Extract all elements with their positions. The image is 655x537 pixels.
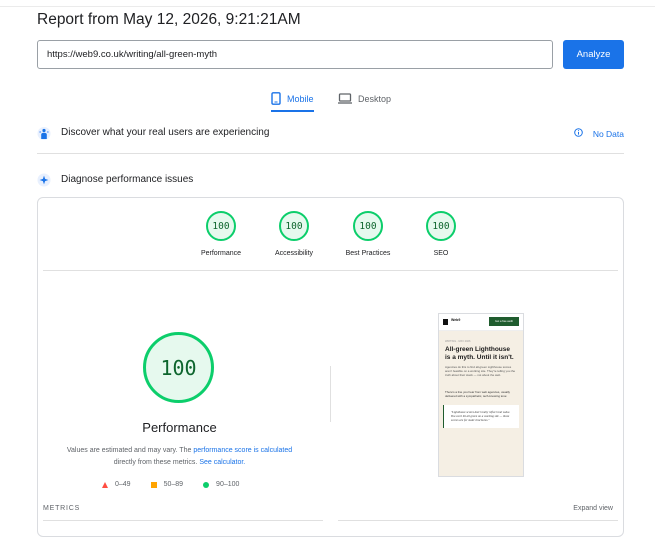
diagnose-heading: Diagnose performance issues [61, 174, 194, 185]
desktop-icon [338, 92, 352, 106]
mobile-icon [271, 91, 281, 107]
triangle-icon [102, 481, 108, 488]
estimate-note: Values are estimated and may vary. The p… [65, 445, 294, 469]
legend-label: 90–100 [216, 481, 240, 488]
info-icon [574, 128, 583, 139]
gauge-label: Performance [200, 250, 242, 257]
legend-average: 50–89 [150, 481, 184, 488]
score-legend: 0–49 50–89 90–100 [102, 481, 239, 488]
tab-desktop-label: Desktop [358, 94, 392, 104]
gauge-performance[interactable]: 100 Performance [181, 211, 261, 257]
metrics-label: METRICS [43, 505, 81, 512]
metrics-divider-right [338, 520, 618, 521]
site-cta: Get a free audit [489, 317, 519, 326]
score-gauges: 100 Performance 100 Accessibility 100 Be… [38, 198, 623, 270]
legend-good: 90–100 [203, 481, 239, 488]
no-data-link[interactable]: No Data [574, 128, 624, 139]
legend-label: 0–49 [115, 481, 131, 488]
report-title: Report from May 12, 2026, 9:21:21AM [37, 11, 301, 28]
site-body: Agencies do this to find all-green Light… [445, 365, 516, 378]
no-data-label: No Data [592, 128, 624, 139]
square-icon [150, 481, 157, 488]
legend-poor: 0–49 [102, 481, 131, 488]
site-meta: WRITING · MAY 2026 [445, 340, 471, 343]
metrics-divider-left [43, 520, 323, 521]
performance-score-gauge: 100 [143, 332, 214, 403]
score-ring: 100 [426, 211, 456, 241]
vertical-divider [330, 366, 331, 422]
circle-icon [203, 481, 210, 488]
gauge-label: SEO [433, 250, 449, 257]
site-quote: "Lighthouse scores don't really reflect … [443, 405, 519, 428]
url-input[interactable] [37, 40, 553, 69]
gauge-seo[interactable]: 100 SEO [401, 211, 481, 257]
calculator-link[interactable]: See calculator. [199, 459, 245, 466]
analyze-button[interactable]: Analyze [563, 40, 624, 69]
site-headline: All-green Lighthouse is a myth. Until it… [445, 346, 514, 361]
note-text: Values are estimated and may vary. The [66, 447, 194, 454]
note-text: directly from these metrics. [113, 459, 200, 466]
report-panel: 100 Performance 100 Accessibility 100 Be… [37, 197, 624, 537]
performance-score-link[interactable]: performance score is calculated [193, 447, 292, 454]
score-ring: 100 [353, 211, 383, 241]
site-body-2: There's a line you hear from web agencie… [445, 389, 510, 398]
gauge-best-practices[interactable]: 100 Best Practices [328, 211, 408, 257]
gauge-label: Best Practices [345, 250, 391, 257]
tab-mobile[interactable]: Mobile [271, 88, 314, 112]
top-border [0, 0, 655, 7]
diagnose-section: Diagnose performance issues [37, 170, 624, 190]
performance-title: Performance [142, 420, 217, 435]
site-logo-icon [443, 319, 448, 325]
gauge-accessibility[interactable]: 100 Accessibility [254, 211, 334, 257]
tab-mobile-label: Mobile [287, 94, 314, 104]
diagnose-icon [37, 173, 51, 192]
score-ring: 100 [279, 211, 309, 241]
site-brand: Web9 [451, 318, 461, 322]
score-ring: 100 [206, 211, 236, 241]
legend-label: 50–89 [163, 481, 184, 488]
expand-view-button[interactable]: Expand view [573, 505, 613, 512]
real-users-section[interactable]: Discover what your real users are experi… [37, 123, 624, 154]
tab-desktop[interactable]: Desktop [338, 88, 391, 110]
page-screenshot: Web9 Get a free audit WRITING · MAY 2026… [438, 313, 524, 477]
gauge-label: Accessibility [274, 250, 314, 257]
users-icon [37, 126, 51, 147]
gauges-divider [43, 270, 618, 271]
screenshot-header: Web9 Get a free audit [439, 314, 523, 331]
real-users-heading: Discover what your real users are experi… [61, 127, 270, 138]
